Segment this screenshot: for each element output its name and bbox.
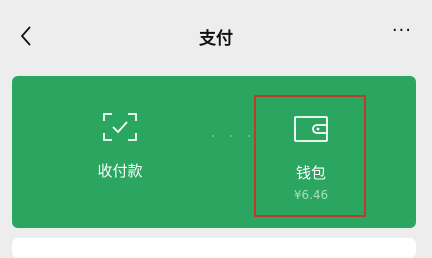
pay-receive-label: 收付款 [97, 162, 143, 180]
divider-dots [212, 135, 250, 137]
navigation-bar: 支付 ··· [0, 0, 432, 72]
wallet-highlight-box [254, 95, 366, 217]
more-button[interactable]: ··· [392, 20, 412, 41]
page-title: 支付 [199, 29, 233, 49]
scan-check-icon [103, 113, 137, 141]
pay-receive-button[interactable]: 收付款 [60, 76, 180, 228]
next-section-card [12, 238, 416, 258]
